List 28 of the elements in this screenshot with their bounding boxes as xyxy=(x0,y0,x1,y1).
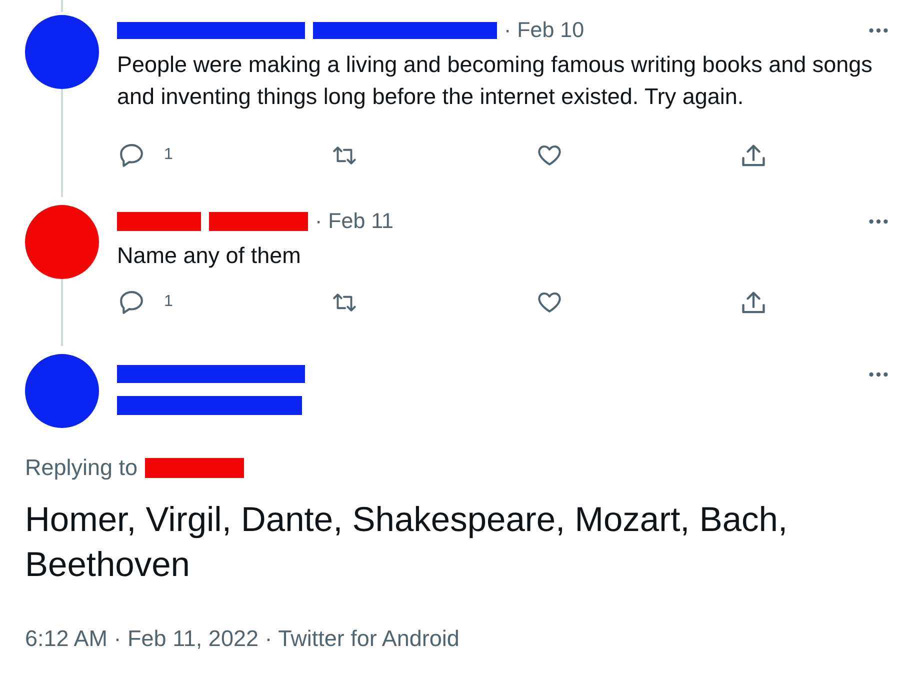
speech-bubble-icon xyxy=(120,144,143,166)
tweet-text: People were making a living and becoming famous writing books and songs and inventing things long before the internet existed. Try again. xyxy=(117,51,874,111)
thread-line xyxy=(61,279,63,346)
more-icon[interactable] xyxy=(869,372,888,377)
tweet-text: Name any of them xyxy=(117,242,302,270)
share-button[interactable] xyxy=(742,290,765,314)
heart-icon xyxy=(538,144,561,166)
replying-to-label: Replying to xyxy=(25,456,138,480)
thread-line xyxy=(61,0,63,12)
upload-icon xyxy=(742,144,765,166)
heart-icon xyxy=(538,290,561,314)
repeat-arrows-icon xyxy=(333,144,356,166)
share-button[interactable] xyxy=(742,144,765,166)
like-button[interactable] xyxy=(538,144,561,166)
reply-button[interactable]: 1 xyxy=(120,144,173,166)
tweet-text: Homer, Virgil, Dante, Shakespeare, Mozart, Bach, Beethoven xyxy=(25,500,789,586)
tweet-date[interactable]: · Feb 11 xyxy=(315,209,394,233)
speech-bubble-icon xyxy=(120,290,143,314)
upload-icon xyxy=(742,290,765,314)
more-icon[interactable] xyxy=(869,28,888,32)
more-icon[interactable] xyxy=(869,218,888,224)
retweet-button[interactable] xyxy=(333,290,356,314)
reply-button[interactable]: 1 xyxy=(120,290,173,314)
repeat-arrows-icon xyxy=(333,290,356,314)
like-button[interactable] xyxy=(538,290,561,314)
tweet-date[interactable]: · Feb 10 xyxy=(504,18,584,42)
tweet-timestamp: 6:12 AM · Feb 11, 2022 · Twitter for Android xyxy=(25,627,460,651)
retweet-button[interactable] xyxy=(333,144,356,166)
